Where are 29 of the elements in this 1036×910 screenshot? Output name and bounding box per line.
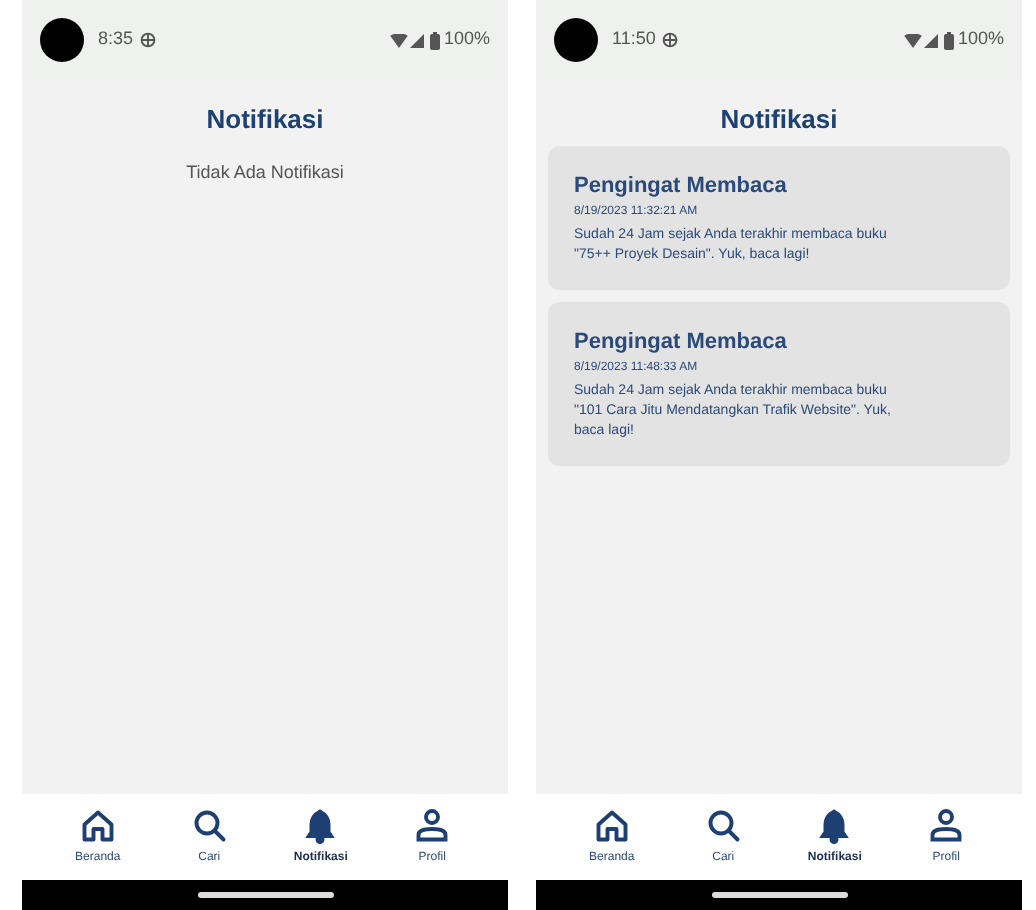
notification-title: Pengingat Membaca — [574, 171, 789, 199]
bell-icon — [816, 807, 853, 843]
home-icon — [79, 807, 116, 843]
page-title: Notifikasi — [206, 102, 324, 138]
person-icon — [928, 807, 965, 843]
battery-level: 100% — [443, 26, 490, 53]
status-time: 11:50 — [612, 26, 656, 53]
camera-cutout — [554, 18, 598, 62]
notification-title: Pengingat Membaca — [574, 327, 789, 355]
globe-icon — [661, 32, 678, 48]
page-title: Notifikasi — [720, 102, 838, 138]
battery-level: 100% — [957, 26, 1004, 53]
home-icon — [593, 807, 630, 843]
home-indicator — [197, 892, 333, 898]
search-icon — [191, 807, 228, 843]
battery-icon — [429, 31, 440, 49]
person-icon — [414, 807, 451, 843]
globe-icon — [139, 32, 156, 48]
search-icon — [705, 807, 742, 843]
home-indicator — [711, 892, 847, 898]
wifi-icon — [389, 33, 408, 47]
battery-icon — [943, 31, 954, 49]
empty-message: Tidak Ada Notifikasi — [186, 159, 344, 185]
signal-icon — [409, 33, 424, 47]
status-time: 8:35 — [98, 26, 134, 53]
bell-icon — [302, 807, 339, 843]
wifi-icon — [903, 33, 922, 47]
camera-cutout — [40, 18, 84, 62]
signal-icon — [923, 33, 938, 47]
